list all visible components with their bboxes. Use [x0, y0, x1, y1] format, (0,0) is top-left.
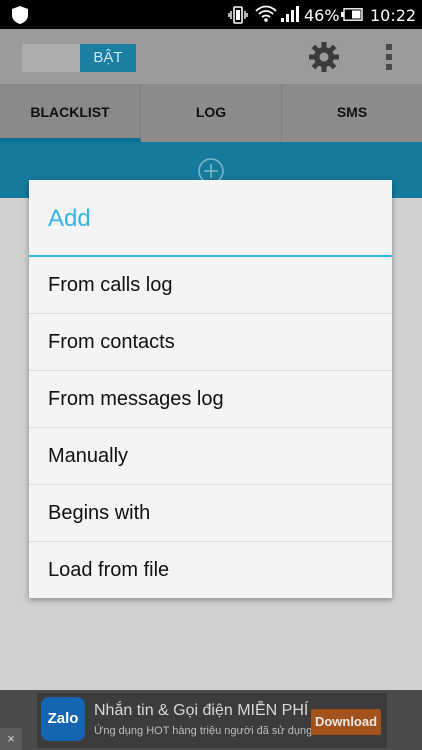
option-begins-with[interactable]: Begins with [29, 485, 392, 542]
tab-sms[interactable]: SMS [282, 84, 422, 142]
toggle-off-segment [22, 44, 80, 72]
overflow-menu-icon[interactable] [384, 43, 394, 71]
add-dialog: Add From calls log From contacts From me… [29, 180, 392, 598]
dialog-title: Add [29, 180, 392, 257]
status-bar: 46% 10:22 [0, 0, 422, 29]
option-manually[interactable]: Manually [29, 428, 392, 485]
ad-title: Nhắn tin & Gọi điện MIỄN PHÍ [94, 702, 309, 719]
toggle-on-label: BẬT [80, 44, 136, 72]
ad-banner[interactable]: × Zalo Nhắn tin & Gọi điện MIỄN PHÍ Ứng … [0, 690, 422, 750]
battery-icon [341, 8, 363, 21]
ad-download-button[interactable]: Download [311, 709, 381, 735]
signal-icon [281, 6, 299, 22]
clock: 10:22 [370, 6, 417, 25]
battery-percent: 46% [304, 6, 340, 25]
zalo-logo: Zalo [41, 697, 85, 741]
shield-icon [12, 6, 28, 24]
option-load-from-file[interactable]: Load from file [29, 542, 392, 599]
option-from-messages-log[interactable]: From messages log [29, 371, 392, 428]
app-bar: BẬT [0, 29, 422, 84]
option-from-contacts[interactable]: From contacts [29, 314, 392, 371]
ad-subtitle: Ứng dụng HOT hàng triệu người đã sử dụng [94, 725, 313, 737]
settings-gear-icon[interactable] [308, 41, 340, 73]
tab-blacklist[interactable]: BLACKLIST [0, 84, 141, 142]
tab-log[interactable]: LOG [141, 84, 282, 142]
option-from-calls-log[interactable]: From calls log [29, 257, 392, 314]
ad-close-button[interactable]: × [0, 728, 22, 750]
blocking-toggle[interactable]: BẬT [22, 44, 136, 72]
tab-bar: BLACKLIST LOG SMS [0, 84, 422, 142]
ad-content[interactable]: Zalo Nhắn tin & Gọi điện MIỄN PHÍ Ứng dụ… [37, 693, 387, 748]
vibrate-icon [228, 6, 248, 24]
wifi-icon [255, 5, 277, 22]
